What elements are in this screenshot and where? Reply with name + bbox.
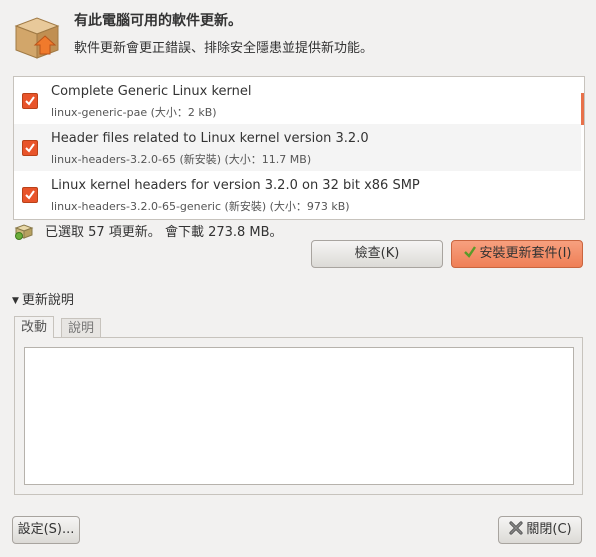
checkmark-icon <box>463 243 477 269</box>
update-package: linux-generic-pae (大小：2 kB) <box>51 106 217 119</box>
settings-button-label: 設定(S)... <box>17 522 75 537</box>
close-icon <box>508 520 524 546</box>
check-button-label: 檢查(K) <box>354 246 400 261</box>
download-package-icon <box>14 222 34 244</box>
dialog-subtitle: 軟件更新會更正錯誤、排除安全隱患並提供新功能。 <box>74 41 374 56</box>
check-button[interactable]: 檢查(K) <box>311 240 443 268</box>
update-row[interactable]: Complete Generic Linux kernel linux-gene… <box>14 77 581 124</box>
package-box-icon <box>12 12 62 62</box>
close-button-label: 關閉(C) <box>526 522 572 537</box>
close-button[interactable]: 關閉(C) <box>498 516 582 544</box>
install-button-label: 安裝更新套件(I) <box>479 246 572 261</box>
details-expander[interactable]: ▼ 更新說明 <box>12 289 74 308</box>
settings-button[interactable]: 設定(S)... <box>12 516 80 544</box>
update-checkbox[interactable] <box>22 187 38 203</box>
tab-changes[interactable]: 改動 <box>14 316 55 338</box>
expander-arrow-icon: ▼ <box>12 296 19 306</box>
changes-text-area[interactable] <box>24 347 574 485</box>
update-checkbox[interactable] <box>22 140 38 156</box>
update-row[interactable]: Header files related to Linux kernel ver… <box>14 124 581 171</box>
dialog-title: 有此電腦可用的軟件更新。 <box>74 13 242 29</box>
update-name: Header files related to Linux kernel ver… <box>51 131 369 146</box>
updates-list[interactable]: Complete Generic Linux kernel linux-gene… <box>13 76 585 220</box>
update-name: Linux kernel headers for version 3.2.0 o… <box>51 178 420 193</box>
update-checkbox[interactable] <box>22 93 38 109</box>
details-label: 更新說明 <box>21 293 74 308</box>
selection-status: 已選取 57 項更新。 會下載 273.8 MB。 <box>45 225 283 240</box>
details-notebook <box>14 337 583 495</box>
update-package: linux-headers-3.2.0-65 (新安裝) (大小：11.7 MB… <box>51 153 312 166</box>
install-updates-button[interactable]: 安裝更新套件(I) <box>451 240 583 268</box>
update-name: Complete Generic Linux kernel <box>51 84 252 99</box>
update-package: linux-headers-3.2.0-65-generic (新安裝) (大小… <box>51 200 350 213</box>
list-scrollbar[interactable] <box>581 93 584 125</box>
tab-description[interactable]: 說明 <box>61 318 102 338</box>
update-row[interactable]: Linux kernel headers for version 3.2.0 o… <box>14 171 581 218</box>
